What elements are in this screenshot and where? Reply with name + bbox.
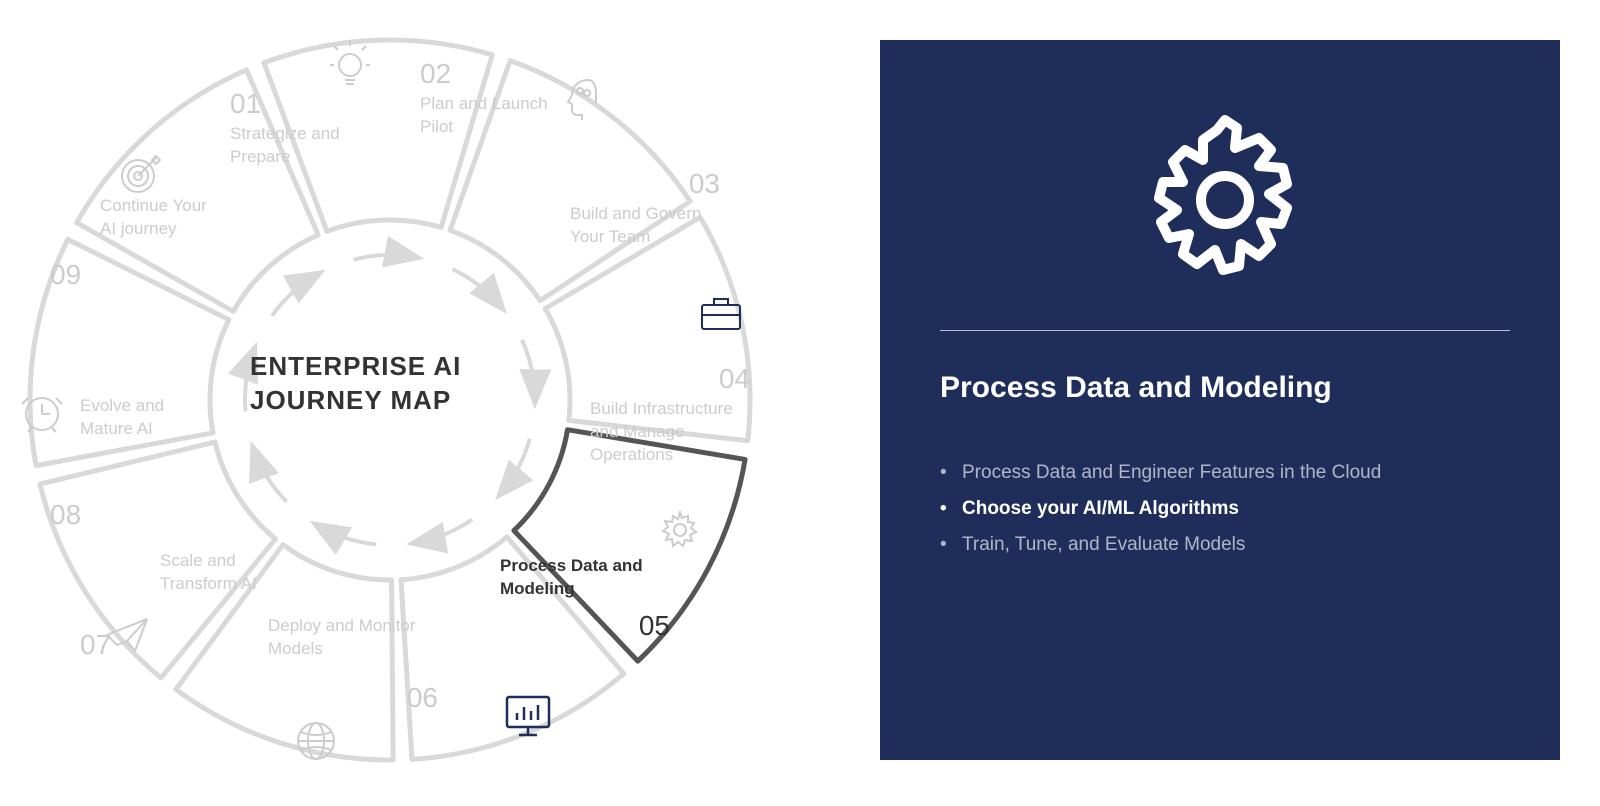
wheel-center-title: ENTERPRISE AI JOURNEY MAP (250, 350, 510, 418)
segment-09-label: Continue Your AI journey (100, 196, 207, 238)
detail-bullet-list: Process Data and Engineer Features in th… (940, 455, 1510, 563)
lightbulb-icon (330, 40, 370, 90)
segment-07-label: Scale and Transform AI (160, 551, 257, 593)
segment-03: 03 Build and Govern Your Team (570, 165, 720, 249)
globe-icon (295, 720, 337, 762)
head-icon (560, 75, 600, 120)
segment-09-num: 09 (50, 256, 220, 294)
detail-gear-icon (940, 100, 1510, 300)
segment-05-label: Process Data and Modeling (500, 556, 643, 598)
segment-01-num: 01 (230, 85, 370, 123)
clock-icon (20, 390, 64, 434)
segment-04-num: 04 (590, 360, 750, 398)
detail-title: Process Data and Modeling (940, 371, 1510, 405)
segment-02-num: 02 (420, 55, 570, 93)
briefcase-icon (700, 295, 742, 331)
gear-small-icon (660, 510, 700, 550)
segment-02: 02 Plan and Launch Pilot (420, 55, 570, 139)
segment-08: Evolve and Mature AI 08 (80, 395, 220, 534)
segment-01-label: Strategize and Prepare (230, 124, 340, 166)
segment-05: Process Data and Modeling 05 (500, 555, 670, 645)
segment-05-num: 05 (500, 607, 670, 645)
paper-plane-icon (105, 615, 151, 655)
segment-06: Deploy and Monitor Models 06 (268, 615, 438, 717)
detail-divider (940, 330, 1510, 331)
segment-03-label: Build and Govern Your Team (570, 204, 701, 246)
segment-04: 04 Build Infrastructure and Manage Opera… (590, 360, 750, 467)
segment-06-label: Deploy and Monitor Models (268, 616, 415, 658)
journey-wheel: ENTERPRISE AI JOURNEY MAP 01 Strategize … (0, 0, 820, 806)
segment-01: 01 Strategize and Prepare (230, 85, 370, 169)
segment-08-label: Evolve and Mature AI (80, 396, 164, 438)
segment-02-label: Plan and Launch Pilot (420, 94, 548, 136)
segment-08-num: 08 (50, 496, 220, 534)
detail-bullet-1: Process Data and Engineer Features in th… (940, 455, 1510, 491)
segment-03-num: 03 (570, 165, 720, 203)
segment-07: Scale and Transform AI 07 (160, 550, 290, 664)
detail-panel: Process Data and Modeling Process Data a… (880, 40, 1560, 760)
segment-09: Continue Your AI journey 09 (100, 195, 220, 294)
gear-large-icon (1125, 100, 1325, 300)
segment-04-label: Build Infrastructure and Manage Operatio… (590, 399, 733, 464)
target-icon (120, 152, 162, 194)
monitor-chart-icon (505, 695, 551, 737)
segment-06-num: 06 (268, 679, 438, 717)
detail-bullet-2: Choose your AI/ML Algorithms (940, 491, 1510, 527)
detail-bullet-3: Train, Tune, and Evaluate Models (940, 527, 1510, 563)
